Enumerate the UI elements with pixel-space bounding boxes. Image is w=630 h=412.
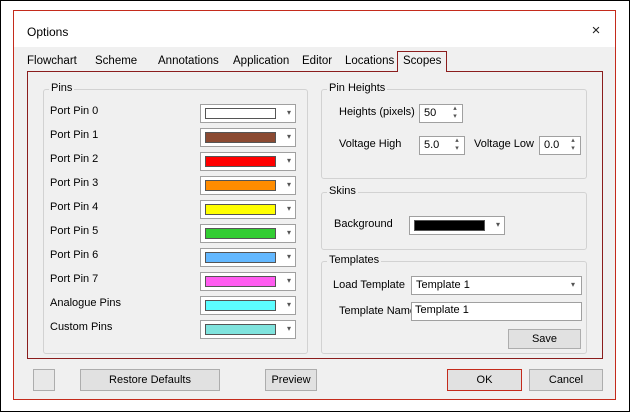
pin-heights-group: Pin Heights Heights (pixels) 50 ▴ ▾ Volta… <box>321 82 587 179</box>
heights-spinbox[interactable]: 50 ▴ ▾ <box>419 104 463 123</box>
chevron-down-icon: ▾ <box>286 132 291 141</box>
restore-defaults-button[interactable]: Restore Defaults <box>80 369 220 391</box>
tab-scheme[interactable]: Scheme <box>95 53 137 71</box>
chevron-down-icon: ▾ <box>286 324 291 333</box>
close-icon[interactable]: × <box>585 21 607 41</box>
spin-updown-icon[interactable]: ▴ ▾ <box>450 137 464 154</box>
pin-label: Port Pin 6 <box>50 249 99 261</box>
template-name-label: Template Name <box>339 305 417 317</box>
templates-group: Templates Load Template Template 1 ▾ Tem… <box>321 254 587 354</box>
pin-label: Custom Pins <box>50 321 113 333</box>
pin-4-color-dropdown[interactable]: ▾ <box>200 200 296 219</box>
pin-0-color-dropdown[interactable]: ▾ <box>200 104 296 123</box>
cancel-button[interactable]: Cancel <box>529 369 603 391</box>
chevron-down-icon: ▾ <box>286 252 291 261</box>
chevron-down-icon: ▾ <box>495 220 500 229</box>
background-label: Background <box>334 218 393 230</box>
chevron-down-icon: ▾ <box>286 228 291 237</box>
pin-6-color-dropdown[interactable]: ▾ <box>200 248 296 267</box>
skins-group-title: Skins <box>327 185 358 197</box>
load-template-label: Load Template <box>333 279 405 291</box>
load-template-value: Template 1 <box>416 279 470 291</box>
pin-1-color-dropdown[interactable]: ▾ <box>200 128 296 147</box>
resize-grip-icon[interactable] <box>33 369 55 391</box>
pin-label: Port Pin 2 <box>50 153 99 165</box>
template-name-input[interactable] <box>415 304 575 316</box>
pin-label: Port Pin 5 <box>50 225 99 237</box>
load-template-dropdown[interactable]: Template 1 ▾ <box>411 276 582 295</box>
pins-group: Pins Port Pin 0 ▾ Port Pin 1 ▾ Port Pin … <box>43 82 308 354</box>
pin-heights-group-title: Pin Heights <box>327 82 388 94</box>
spin-updown-icon[interactable]: ▴ ▾ <box>448 105 462 122</box>
voltage-high-value: 5.0 <box>424 139 440 151</box>
tab-annotations[interactable]: Annotations <box>158 53 219 71</box>
heights-label: Heights (pixels) <box>339 106 415 118</box>
tab-scopes[interactable]: Scopes <box>397 51 448 72</box>
color-swatch <box>414 220 485 231</box>
heights-value: 50 <box>424 107 437 119</box>
chevron-down-icon: ▾ <box>286 108 291 117</box>
voltage-high-label: Voltage High <box>339 138 402 150</box>
pin-label: Port Pin 3 <box>50 177 99 189</box>
color-swatch <box>205 300 276 311</box>
color-swatch <box>205 324 276 335</box>
chevron-down-icon: ▾ <box>286 300 291 309</box>
pins-group-title: Pins <box>49 82 75 94</box>
color-swatch <box>205 252 276 263</box>
chevron-down-icon: ▾ <box>570 280 575 289</box>
title-bar: Options × <box>14 11 615 47</box>
pin-label: Port Pin 4 <box>50 201 99 213</box>
chevron-down-icon: ▾ <box>286 156 291 165</box>
skins-group: Skins Background ▾ <box>321 185 587 250</box>
scopes-panel: Pins Port Pin 0 ▾ Port Pin 1 ▾ Port Pin … <box>27 71 603 359</box>
pin-7-color-dropdown[interactable]: ▾ <box>200 272 296 291</box>
tab-editor[interactable]: Editor <box>302 53 332 71</box>
preview-button[interactable]: Preview <box>265 369 317 391</box>
analogue-pins-color-dropdown[interactable]: ▾ <box>200 296 296 315</box>
pin-label: Port Pin 1 <box>50 129 99 141</box>
templates-group-title: Templates <box>327 254 382 266</box>
spin-updown-icon[interactable]: ▴ ▾ <box>566 137 580 154</box>
tab-application[interactable]: Application <box>233 53 289 71</box>
pin-label: Analogue Pins <box>50 297 121 309</box>
ok-button[interactable]: OK <box>447 369 522 391</box>
color-swatch <box>205 156 276 167</box>
tab-locations[interactable]: Locations <box>345 53 394 71</box>
voltage-low-value: 0.0 <box>544 139 560 151</box>
pin-2-color-dropdown[interactable]: ▾ <box>200 152 296 171</box>
voltage-low-spinbox[interactable]: 0.0 ▴ ▾ <box>539 136 581 155</box>
chevron-down-icon: ▾ <box>286 276 291 285</box>
pin-3-color-dropdown[interactable]: ▾ <box>200 176 296 195</box>
window-title: Options <box>27 25 69 39</box>
voltage-high-spinbox[interactable]: 5.0 ▴ ▾ <box>419 136 465 155</box>
background-color-dropdown[interactable]: ▾ <box>409 216 505 235</box>
save-button[interactable]: Save <box>508 329 581 349</box>
color-swatch <box>205 180 276 191</box>
color-swatch <box>205 276 276 287</box>
pin-label: Port Pin 7 <box>50 273 99 285</box>
color-swatch <box>205 204 276 215</box>
options-dialog: Options × Flowchart Scheme Annotations A… <box>13 10 616 400</box>
chevron-down-icon: ▾ <box>286 204 291 213</box>
color-swatch <box>205 108 276 119</box>
chevron-down-icon: ▾ <box>286 180 291 189</box>
pin-5-color-dropdown[interactable]: ▾ <box>200 224 296 243</box>
pin-label: Port Pin 0 <box>50 105 99 117</box>
color-swatch <box>205 132 276 143</box>
tab-flowchart[interactable]: Flowchart <box>27 53 77 71</box>
custom-pins-color-dropdown[interactable]: ▾ <box>200 320 296 339</box>
voltage-low-label: Voltage Low <box>474 138 534 150</box>
color-swatch <box>205 228 276 239</box>
template-name-field[interactable] <box>411 302 582 321</box>
